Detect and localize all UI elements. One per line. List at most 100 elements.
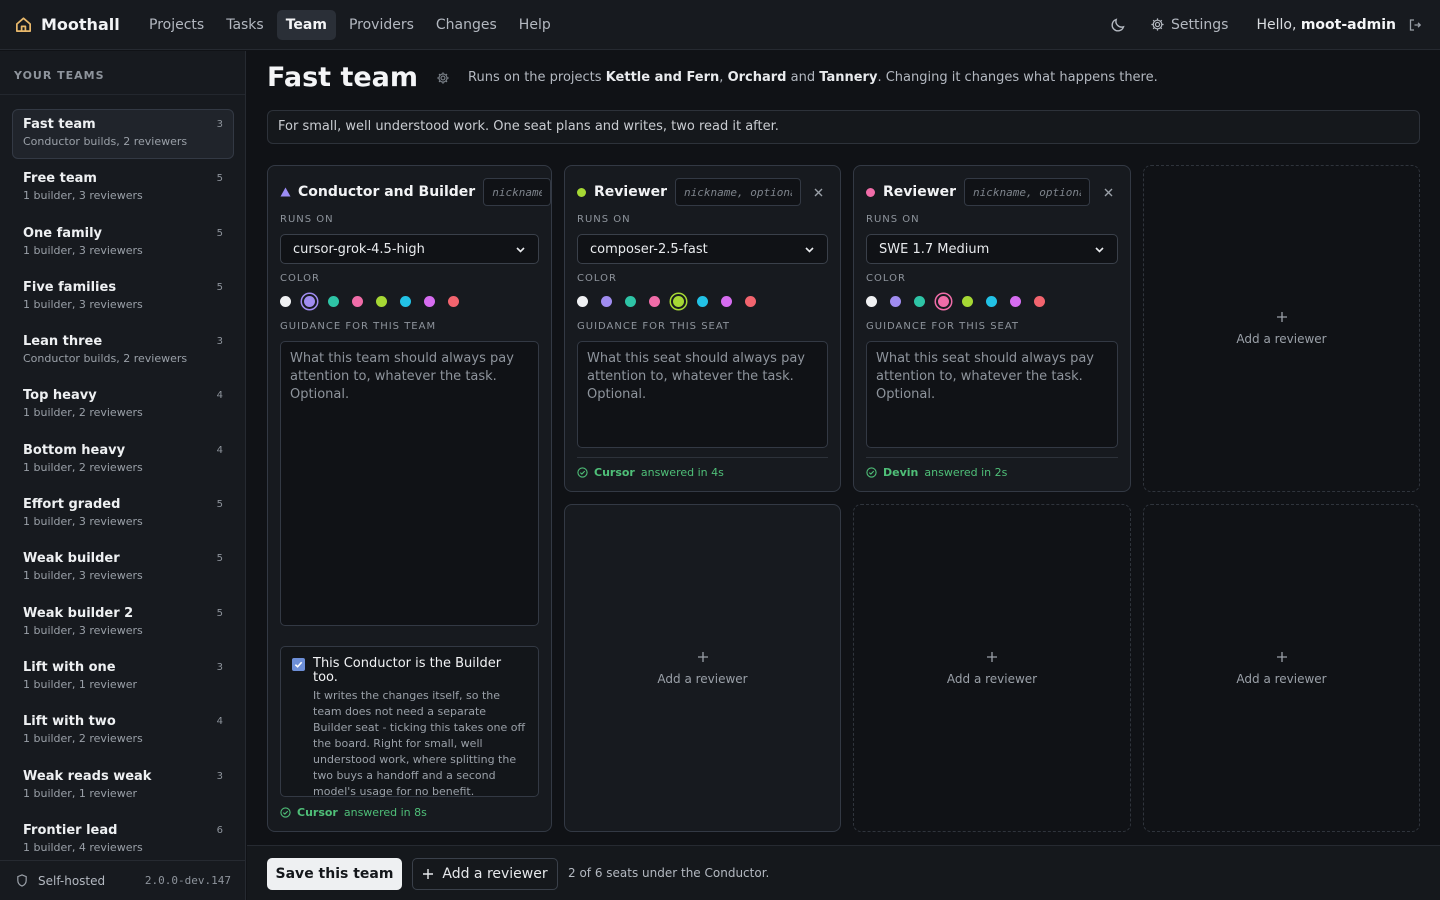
team-name: Fast team: [23, 117, 96, 132]
color-swatch[interactable]: [745, 296, 756, 307]
add-reviewer-slot[interactable]: Add a reviewer: [1143, 504, 1420, 832]
sidebar-team-weak-builder[interactable]: Weak builder 1 builder, 3 reviewers 5: [12, 543, 234, 593]
color-swatch[interactable]: [448, 296, 459, 307]
model-value: cursor-grok-4.5-high: [293, 241, 425, 257]
provider-status: Devin answered in 2s: [866, 457, 1118, 487]
team-name: Weak builder: [23, 551, 120, 567]
color-swatch[interactable]: [1010, 296, 1021, 307]
sidebar-team-weak-reads-weak[interactable]: Weak reads weak 1 builder, 1 reviewer 3: [12, 761, 234, 811]
guidance-textarea[interactable]: What this seat should always pay attenti…: [577, 341, 828, 448]
team-desc: 1 builder, 3 reviewers: [23, 243, 143, 257]
sidebar-team-effort-graded[interactable]: Effort graded 1 builder, 3 reviewers 5: [12, 489, 234, 539]
project-link[interactable]: Orchard: [728, 70, 787, 85]
color-swatch[interactable]: [890, 296, 901, 307]
sidebar-team-top-heavy[interactable]: Top heavy 1 builder, 2 reviewers 4: [12, 380, 234, 430]
add-reviewer-slot[interactable]: Add a reviewer: [853, 504, 1131, 832]
color-swatch[interactable]: [938, 296, 949, 307]
sidebar-team-lift-with-two[interactable]: Lift with two 1 builder, 2 reviewers 4: [12, 706, 234, 756]
guidance-textarea[interactable]: What this seat should always pay attenti…: [866, 341, 1118, 448]
team-name: Weak builder 2: [23, 605, 134, 621]
color-swatch[interactable]: [577, 296, 588, 307]
runs-on-label: RUNS ON: [280, 214, 334, 225]
close-icon[interactable]: [1103, 187, 1114, 198]
color-swatch[interactable]: [625, 296, 636, 307]
plus-icon: [697, 651, 709, 663]
color-swatch[interactable]: [649, 296, 660, 307]
greeting-text: Hello,: [1256, 16, 1297, 33]
plus-icon: [1276, 311, 1288, 323]
color-swatch[interactable]: [400, 296, 411, 307]
add-reviewer-slot[interactable]: Add a reviewer: [564, 504, 841, 832]
model-select[interactable]: composer-2.5-fast: [577, 234, 828, 264]
sidebar-team-frontier-lead[interactable]: Frontier lead 1 builder, 4 reviewers 6: [12, 815, 234, 865]
settings-label: Settings: [1171, 16, 1229, 33]
nav-changes[interactable]: Changes: [427, 10, 506, 40]
brand[interactable]: Moothall: [14, 15, 140, 34]
team-description-input[interactable]: For small, well understood work. One sea…: [267, 110, 1420, 144]
color-swatch[interactable]: [280, 296, 291, 307]
color-swatch[interactable]: [673, 296, 684, 307]
nickname-input[interactable]: [675, 178, 802, 206]
sidebar-team-weak-builder-2[interactable]: Weak builder 2 1 builder, 3 reviewers 5: [12, 598, 234, 648]
color-swatch[interactable]: [962, 296, 973, 307]
plus-icon: [423, 869, 434, 879]
sidebar-team-five-families[interactable]: Five families 1 builder, 3 reviewers 5: [12, 272, 234, 322]
nickname-input[interactable]: [483, 178, 552, 206]
add-reviewer-label: Add a reviewer: [946, 671, 1038, 686]
color-swatch[interactable]: [866, 296, 877, 307]
seat-role-title: Reviewer: [594, 184, 668, 200]
sidebar-team-lift-with-one[interactable]: Lift with one 1 builder, 1 reviewer 3: [12, 652, 234, 702]
runs-on-label: RUNS ON: [866, 214, 920, 225]
color-swatch[interactable]: [697, 296, 708, 307]
team-count: 4: [216, 390, 223, 402]
sidebar-team-bottom-heavy[interactable]: Bottom heavy 1 builder, 2 reviewers 4: [12, 435, 234, 485]
sidebar-team-one-family[interactable]: One family 1 builder, 3 reviewers 5: [12, 218, 234, 268]
nickname-input[interactable]: [964, 178, 1091, 206]
nav-help[interactable]: Help: [510, 10, 560, 40]
theme-toggle-moon-icon[interactable]: [1110, 17, 1126, 33]
color-swatch[interactable]: [424, 296, 435, 307]
chevron-down-icon: [804, 244, 815, 255]
guidance-textarea[interactable]: What this team should always pay attenti…: [280, 341, 539, 626]
model-select[interactable]: SWE 1.7 Medium: [866, 234, 1118, 264]
color-swatch[interactable]: [914, 296, 925, 307]
add-reviewer-label: Add a reviewer: [657, 671, 748, 686]
nav-team[interactable]: Team: [276, 9, 336, 40]
builder-checkbox[interactable]: [292, 658, 305, 671]
save-team-button[interactable]: Save this team: [267, 858, 402, 890]
sidebar-team-lean-three[interactable]: Lean three Conductor builds, 2 reviewers…: [12, 326, 234, 376]
project-link[interactable]: Tannery: [819, 70, 877, 85]
project-link[interactable]: Kettle and Fern: [606, 70, 720, 85]
action-bar: Save this team Add a reviewer 2 of 6 sea…: [247, 845, 1440, 900]
color-swatch[interactable]: [304, 296, 315, 307]
color-swatch[interactable]: [376, 296, 387, 307]
color-swatch[interactable]: [352, 296, 363, 307]
sidebar-heading: YOUR TEAMS: [0, 51, 245, 95]
color-swatch[interactable]: [1034, 296, 1045, 307]
color-swatch[interactable]: [721, 296, 732, 307]
app-name: Moothall: [41, 15, 120, 34]
team-settings-gear-icon[interactable]: [436, 71, 450, 85]
seat-role-title: Conductor and Builder: [298, 184, 476, 200]
add-reviewer-slot[interactable]: Add a reviewer: [1143, 165, 1420, 492]
close-icon[interactable]: [813, 187, 824, 198]
nav-tasks[interactable]: Tasks: [217, 10, 273, 40]
color-swatch[interactable]: [986, 296, 997, 307]
sidebar-team-free-team[interactable]: Free team 1 builder, 3 reviewers 5: [12, 163, 234, 213]
logout-icon[interactable]: [1408, 18, 1422, 32]
team-desc: 1 builder, 3 reviewers: [23, 623, 143, 637]
color-swatch[interactable]: [328, 296, 339, 307]
color-swatch[interactable]: [601, 296, 612, 307]
sidebar-team-fast-team[interactable]: Fast team Conductor builds, 2 reviewers …: [12, 109, 234, 159]
nav-projects[interactable]: Projects: [140, 10, 213, 40]
add-reviewer-button[interactable]: Add a reviewer: [412, 858, 558, 890]
gear-icon: [1150, 17, 1165, 32]
team-name: Effort graded: [23, 497, 121, 513]
settings-link[interactable]: Settings: [1150, 17, 1228, 33]
team-list: Fast team Conductor builds, 2 reviewers …: [12, 109, 234, 869]
team-name: Bottom heavy: [23, 442, 126, 458]
add-reviewer-label: Add a reviewer: [1236, 671, 1327, 686]
nav-providers[interactable]: Providers: [340, 10, 423, 40]
model-select[interactable]: cursor-grok-4.5-high: [280, 234, 539, 264]
team-desc: 1 builder, 1 reviewer: [23, 786, 137, 800]
